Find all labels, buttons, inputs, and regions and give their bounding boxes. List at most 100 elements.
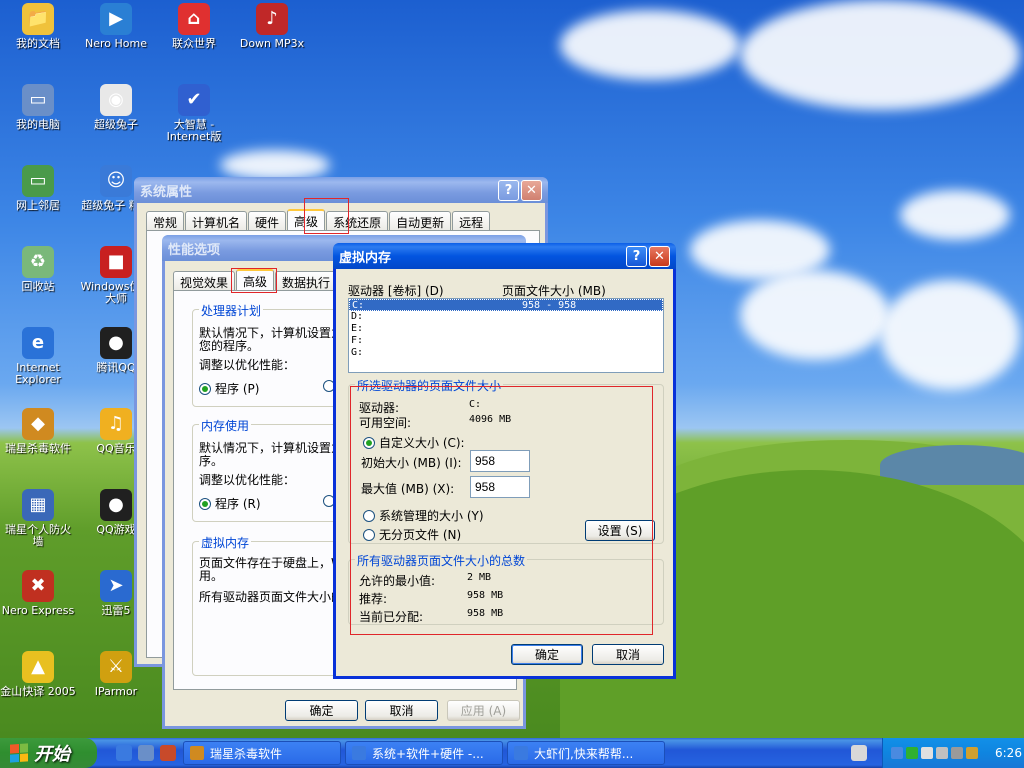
radio-label: 程序 (R): [215, 497, 261, 511]
tab-hardware[interactable]: 硬件: [248, 211, 287, 230]
security-icon[interactable]: [966, 747, 978, 759]
monitor-icon[interactable]: [921, 747, 933, 759]
desktop-quicklaunch-icon[interactable]: [138, 745, 154, 761]
highlight-box: [231, 268, 277, 293]
radio-label: 程序 (P): [215, 382, 260, 396]
total-label: 所有驱动器页面文件大小的: [199, 590, 344, 604]
app-icon: ▭: [22, 165, 54, 197]
app-icon: ➤: [100, 570, 132, 602]
desktop-icon[interactable]: ✖ Nero Express: [0, 570, 77, 617]
desktop-icon[interactable]: ♻ 回收站: [0, 246, 77, 293]
drive-row[interactable]: C: 958 - 958: [349, 299, 663, 311]
radio-indicator: [199, 382, 211, 395]
help-button[interactable]: ?: [626, 245, 647, 267]
app-icon: ◉: [100, 84, 132, 116]
network-icon[interactable]: [936, 747, 948, 759]
app-icon: e: [22, 327, 54, 359]
tab-dep[interactable]: 数据执行: [275, 271, 338, 290]
app-icon: ▦: [22, 489, 54, 521]
ok-button[interactable]: 确定: [511, 644, 583, 665]
drive-list[interactable]: C: 958 - 958 D: E: F: G:: [348, 298, 664, 373]
taskbar-item-browser-1[interactable]: 系统+软件+硬件 -...: [345, 741, 503, 765]
desktop-icon[interactable]: ⌂ 联众世界: [155, 3, 233, 50]
desktop-icon-label: 联众世界: [172, 37, 216, 50]
close-button[interactable]: ✕: [649, 245, 670, 267]
taskbar-item-rising-antivirus[interactable]: 瑞星杀毒软件: [183, 741, 341, 765]
desktop-icon[interactable]: ♪ Down MP3x: [233, 3, 311, 50]
app-icon: ♪: [256, 3, 288, 35]
programs-radio[interactable]: 程序 (P): [199, 380, 259, 397]
system-tray: 6:26: [882, 738, 1024, 768]
desktop-icon[interactable]: ▭ 我的电脑: [0, 84, 77, 131]
desktop: 📁 我的文档 ▶ Nero Home ⌂ 联众世界 ♪ Down MP3x ▭ 我的电脑 ◉ 超级兔子…: [0, 0, 1024, 738]
drive-letter: C:: [352, 300, 365, 311]
drive-row[interactable]: F:: [349, 335, 663, 347]
desktop-icon[interactable]: ▭ 网上邻居: [0, 165, 77, 212]
desktop-icon[interactable]: ◆ 瑞星杀毒软件: [0, 408, 77, 455]
desktop-icon[interactable]: ✔ 大智慧 -Internet版: [155, 84, 233, 143]
desktop-icon[interactable]: ▲ 金山快译 2005: [0, 651, 77, 698]
network-icon[interactable]: [891, 747, 903, 759]
tab-general[interactable]: 常规: [146, 211, 185, 230]
shield-icon: [190, 746, 204, 760]
page-file-size: 958 - 958: [522, 300, 577, 311]
close-button[interactable]: ✕: [521, 179, 542, 201]
keyboard-icon[interactable]: [851, 745, 867, 761]
desktop-icon-label: 网上邻居: [16, 199, 60, 212]
app-icon: 📁: [22, 3, 54, 35]
desktop-icon[interactable]: e Internet Explorer: [0, 327, 77, 386]
umbrella-icon[interactable]: [906, 747, 918, 759]
tab-remote[interactable]: 远程: [452, 211, 491, 230]
drive-row[interactable]: G:: [349, 347, 663, 359]
drive-row[interactable]: D:: [349, 311, 663, 323]
ok-button[interactable]: 确定: [285, 700, 358, 721]
help-button[interactable]: ?: [498, 179, 519, 201]
app-icon: ▭: [22, 84, 54, 116]
speaker-icon[interactable]: [951, 747, 963, 759]
drive-letter: D:: [351, 311, 364, 322]
group-heading: 内存使用: [199, 417, 252, 434]
desktop-icon-label: IParmor: [94, 685, 138, 698]
app-icon: ◆: [22, 408, 54, 440]
drive-row[interactable]: E:: [349, 323, 663, 335]
desktop-icon-label: 瑞星杀毒软件: [5, 442, 71, 455]
title-bar: 虚拟内存 ? ✕: [333, 243, 676, 269]
group-heading: 处理器计划: [199, 302, 264, 319]
cancel-button[interactable]: 取消: [592, 644, 664, 665]
desktop-icon[interactable]: 📁 我的文档: [0, 3, 77, 50]
desktop-icon[interactable]: ◉ 超级兔子: [77, 84, 155, 131]
desktop-icon-label: 回收站: [21, 280, 55, 293]
ie-quicklaunch-icon[interactable]: [116, 745, 132, 761]
app-icon: ⚔: [100, 651, 132, 683]
programs-radio[interactable]: 程序 (R): [199, 495, 261, 512]
desktop-icon-label: 我的电脑: [16, 118, 60, 131]
tab-visual-effects[interactable]: 视觉效果: [173, 271, 236, 290]
tab-auto-update[interactable]: 自动更新: [389, 211, 452, 230]
app-icon: ●: [100, 489, 132, 521]
description: 用。: [199, 569, 224, 583]
drive-letter: F:: [351, 335, 364, 346]
virtual-memory-window: 虚拟内存 ? ✕ 驱动器 [卷标] (D) 页面文件大小 (MB) C: 958 …: [333, 243, 676, 679]
app-icon: ✖: [22, 570, 54, 602]
app-icon: ▶: [100, 3, 132, 35]
task-label: 大虾们,快来帮帮...: [534, 746, 634, 761]
highlight-box: [350, 386, 653, 635]
adjust-label: 调整以优化性能：: [199, 473, 296, 487]
desktop-icon-label: 超级兔子: [94, 118, 138, 131]
start-button[interactable]: 开始: [0, 738, 97, 768]
desktop-icon[interactable]: ▶ Nero Home: [77, 3, 155, 50]
cancel-button[interactable]: 取消: [365, 700, 438, 721]
adjust-label: 调整以优化性能：: [199, 358, 296, 372]
app-icon: ▲: [22, 651, 54, 683]
desktop-icon[interactable]: ▦ 瑞星个人防火 墙: [0, 489, 77, 548]
radio-indicator: [199, 497, 211, 510]
tab-computer-name[interactable]: 计算机名: [185, 211, 248, 230]
ie-icon: [352, 746, 366, 760]
apply-button[interactable]: 应用 (A): [447, 700, 520, 721]
taskbar-item-browser-2[interactable]: 大虾们,快来帮帮...: [507, 741, 665, 765]
desktop-icon-label: Nero Home: [85, 37, 147, 50]
windows-logo-icon: [10, 743, 28, 763]
desktop-icon-label: 瑞星个人防火 墙: [5, 523, 71, 548]
media-quicklaunch-icon[interactable]: [160, 745, 176, 761]
desktop-icon-label: 金山快译 2005: [0, 685, 76, 698]
